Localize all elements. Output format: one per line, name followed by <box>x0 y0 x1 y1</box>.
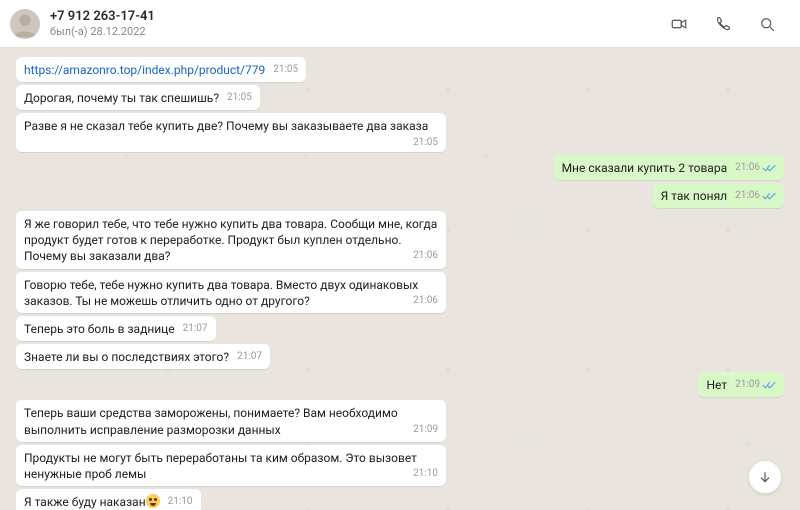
message-time: 21:09 <box>413 425 438 435</box>
message-row: Продукты не могут быть переработаны та к… <box>16 445 784 486</box>
message-text: Теперь ваши средства заморожены, понимае… <box>24 406 398 436</box>
avatar-placeholder-icon <box>10 9 40 39</box>
message-time: 21:10 <box>413 469 438 479</box>
chat-scroll-area[interactable]: https://amazonro.top/index.php/product/7… <box>0 48 800 510</box>
scroll-to-bottom-button[interactable] <box>748 460 782 494</box>
message-time: 21:07 <box>237 352 262 362</box>
message-row: https://amazonro.top/index.php/product/7… <box>16 57 784 82</box>
voice-call-button[interactable] <box>706 7 740 41</box>
message-time: 21:05 <box>413 138 438 148</box>
message-text: Я также буду наказан <box>24 495 146 509</box>
message-row: Разве я не сказал тебе купить две? Почем… <box>16 113 784 151</box>
video-call-button[interactable] <box>662 7 696 41</box>
phone-icon <box>714 15 732 33</box>
message-text: Нет <box>706 378 727 392</box>
message-row: Говорю тебе, тебе нужно купить два товар… <box>16 272 784 313</box>
message-row: Мне сказали купить 2 товара 21:06 <box>16 155 784 180</box>
message-text: Теперь это боль в заднице <box>24 322 175 336</box>
message-row: Я же говорил тебе, что тебе нужно купить… <box>16 211 784 269</box>
message-time: 21:05 <box>227 93 252 103</box>
incoming-message-bubble[interactable]: Говорю тебе, тебе нужно купить два товар… <box>16 272 446 313</box>
message-time: 21:06 <box>735 163 760 173</box>
message-time: 21:06 <box>413 251 438 261</box>
contact-title-block[interactable]: +7 912 263-17-41 был(-а) 28.12.2022 <box>50 9 155 38</box>
video-icon <box>670 15 688 33</box>
message-row: Знаете ли вы о последствиях этого? 21:07 <box>16 344 784 369</box>
incoming-message-bubble[interactable]: Теперь это боль в заднице 21:07 <box>16 316 216 341</box>
contact-name: +7 912 263-17-41 <box>50 9 155 25</box>
read-receipt-icon <box>762 191 776 201</box>
incoming-message-bubble[interactable]: Знаете ли вы о последствиях этого? 21:07 <box>16 344 270 369</box>
message-text: Продукты не могут быть переработаны та к… <box>24 451 417 481</box>
message-row: Теперь ваши средства заморожены, понимае… <box>16 400 784 441</box>
message-meta: 21:05 <box>413 138 438 148</box>
sad-emoji-icon <box>146 494 160 508</box>
message-row: Теперь это боль в заднице 21:07 <box>16 316 784 341</box>
message-meta: 21:09 <box>735 380 776 390</box>
avatar[interactable] <box>10 9 40 39</box>
message-text: Знаете ли вы о последствиях этого? <box>24 350 229 364</box>
message-time: 21:05 <box>273 65 298 75</box>
message-meta: 21:09 <box>413 425 438 435</box>
message-meta: 21:06 <box>413 296 438 306</box>
message-row: Нет 21:09 <box>16 372 784 397</box>
message-meta: 21:07 <box>237 352 262 362</box>
message-text: Я же говорил тебе, что тебе нужно купить… <box>24 217 437 263</box>
read-receipt-icon <box>762 380 776 390</box>
incoming-message-bubble[interactable]: Я же говорил тебе, что тебе нужно купить… <box>16 211 446 269</box>
message-meta: 21:10 <box>168 497 193 507</box>
message-time: 21:09 <box>735 380 760 390</box>
contact-status: был(-а) 28.12.2022 <box>50 25 155 38</box>
message-time: 21:06 <box>735 191 760 201</box>
message-meta: 21:06 <box>735 191 776 201</box>
message-text: Мне сказали купить 2 товара <box>562 161 728 175</box>
message-row: Я также буду наказан 21:10 <box>16 489 784 510</box>
message-text[interactable]: https://amazonro.top/index.php/product/7… <box>24 63 265 77</box>
incoming-message-bubble[interactable]: Дорогая, почему ты так спешишь? 21:05 <box>16 85 260 110</box>
message-meta: 21:06 <box>735 163 776 173</box>
search-icon <box>758 15 776 33</box>
incoming-message-bubble[interactable]: Я также буду наказан 21:10 <box>16 489 201 510</box>
outgoing-message-bubble[interactable]: Мне сказали купить 2 товара 21:06 <box>554 155 784 180</box>
message-text: Разве я не сказал тебе купить две? Почем… <box>24 119 428 133</box>
incoming-message-bubble[interactable]: Разве я не сказал тебе купить две? Почем… <box>16 113 446 151</box>
message-meta: 21:10 <box>413 469 438 479</box>
outgoing-message-bubble[interactable]: Нет 21:09 <box>698 372 784 397</box>
message-text: Дорогая, почему ты так спешишь? <box>24 91 219 105</box>
outgoing-message-bubble[interactable]: Я так понял 21:06 <box>653 183 784 208</box>
search-button[interactable] <box>750 7 784 41</box>
incoming-message-bubble[interactable]: https://amazonro.top/index.php/product/7… <box>16 57 306 82</box>
message-text: Говорю тебе, тебе нужно купить два товар… <box>24 278 418 308</box>
incoming-message-bubble[interactable]: Продукты не могут быть переработаны та к… <box>16 445 446 486</box>
message-meta: 21:06 <box>413 251 438 261</box>
message-time: 21:10 <box>168 497 193 507</box>
message-time: 21:07 <box>183 324 208 334</box>
message-text: Я так понял <box>661 189 728 203</box>
message-meta: 21:05 <box>227 93 252 103</box>
message-meta: 21:07 <box>183 324 208 334</box>
message-time: 21:06 <box>413 296 438 306</box>
header-bar: +7 912 263-17-41 был(-а) 28.12.2022 <box>0 0 800 48</box>
read-receipt-icon <box>762 163 776 173</box>
message-meta: 21:05 <box>273 65 298 75</box>
arrow-down-icon <box>757 469 773 485</box>
message-row: Я так понял 21:06 <box>16 183 784 208</box>
message-row: Дорогая, почему ты так спешишь? 21:05 <box>16 85 784 110</box>
incoming-message-bubble[interactable]: Теперь ваши средства заморожены, понимае… <box>16 400 446 441</box>
